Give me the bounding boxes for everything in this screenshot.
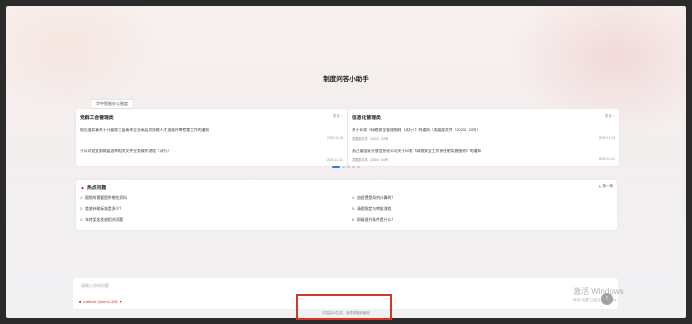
fire-icon: ▲	[80, 184, 85, 191]
more-link[interactable]: 更多 ›	[605, 114, 614, 119]
hot-question-item[interactable]: 1 报销时需要提供哪些资料	[80, 196, 127, 201]
hot-question-item[interactable]: 5 请假规定与审批流程	[352, 207, 391, 212]
hot-questions-title: ▲ 热点问题	[80, 184, 107, 192]
question-number: 1	[80, 196, 83, 200]
card-party-union: 党群工会管理类 更多 › 规范落实事关于开展第三届青年企业高层次技能人才选拔评审…	[76, 109, 347, 166]
annotation-highlight-box	[296, 294, 392, 320]
watermark-line1: 激活 Windows	[573, 287, 624, 296]
item-title: 关于印发《网络安全管理细则（试行）》的通知（发展部文件〔2023〕23号）	[352, 128, 481, 132]
model-selector[interactable]: ■ Institute Qwen3-32B ▾	[79, 299, 122, 305]
chevron-down-icon: ▾	[119, 300, 122, 304]
item-subtitle: 发展部文件〔2023〕23号	[352, 137, 389, 141]
list-item[interactable]: 子公司党支部换届选举相关文件业务操作流程（试行） 2025-10-22	[80, 149, 343, 162]
carousel-dot-active[interactable]	[332, 166, 340, 168]
list-item[interactable]: 浙江省国家开放信息化公司关于印发《网络安全工作责任制实施细则》的通知 发展部文件…	[352, 149, 615, 162]
item-subtitle: 发展部文件〔2024〕54号	[352, 158, 389, 162]
item-title: 浙江省国家开放信息化公司关于印发《网络安全工作责任制实施细则》的通知	[352, 149, 482, 153]
carousel-indicator	[332, 166, 360, 168]
list-item[interactable]: 规范落实事关于开展第三届青年企业高层次技能人才选拔评审检查工作的通知 2025-…	[80, 128, 343, 140]
card-title: 党群工会管理类	[80, 116, 114, 121]
question-text: 年终奖金发放相关问题	[85, 218, 124, 222]
item-date: 2025-10-22	[326, 158, 343, 162]
app-frame: 制度问答小助手 华中智能办公制度 党群工会管理类 更多 › 规范落实事关于开展第…	[6, 6, 686, 318]
question-text: 加班费是如何计算的？	[357, 196, 396, 200]
list-item[interactable]: 关于印发《网络安全管理细则（试行）》的通知（发展部文件〔2023〕23号） 发展…	[352, 128, 615, 141]
question-text: 职级晋升条件是什么？	[357, 218, 396, 222]
item-title: 规范落实事关于开展第三届青年企业高层次技能人才选拔评审检查工作的通知	[80, 128, 210, 132]
item-date: 2025-12-03	[598, 136, 615, 140]
card-it-management: 信息化管理类 更多 › 关于印发《网络安全管理细则（试行）》的通知（发展部文件〔…	[348, 109, 619, 166]
hot-question-item[interactable]: 6 职级晋升条件是什么？	[352, 218, 395, 223]
carousel-dot[interactable]	[342, 166, 345, 168]
question-number: 6	[352, 218, 355, 222]
item-title: 子公司党支部换届选举相关文件业务操作流程（试行）	[80, 149, 172, 153]
hot-questions-panel: ▲ 热点问题 ↻ 换一换 1 报销时需要提供哪些资料 2 差旅补助标准是多少？ 3年…	[76, 180, 617, 230]
question-number: 3	[80, 218, 83, 222]
carousel-dot[interactable]	[347, 166, 350, 168]
item-date: 2025-10-22	[598, 157, 615, 161]
hot-question-item[interactable]: 2 差旅补助标准是多少？	[80, 207, 123, 212]
question-text: 报销时需要提供哪些资料	[85, 196, 127, 200]
item-date: 2025-11-16	[326, 136, 343, 140]
card-title: 信息化管理类	[352, 116, 381, 121]
model-label: Institute Qwen3-32B	[83, 299, 118, 304]
hot-question-item[interactable]: 4 加班费是如何计算的？	[352, 196, 395, 201]
carousel-dot[interactable]	[352, 166, 355, 168]
refresh-label: 换一换	[602, 184, 614, 188]
question-number: 2	[80, 207, 83, 211]
hot-questions-label: 热点问题	[86, 186, 107, 191]
more-link[interactable]: 更多 ›	[333, 114, 342, 119]
refresh-icon: ↻	[598, 184, 602, 189]
watermark-line2: 转到“设置”以激活 Windows。	[573, 298, 620, 302]
scroll-top-button[interactable]: ↑	[601, 293, 613, 305]
windows-activation-watermark: 激活 Windows 转到“设置”以激活 Windows。	[573, 286, 624, 303]
page-title: 制度问答小助手	[323, 76, 369, 83]
carousel-dot[interactable]	[357, 166, 360, 168]
chat-input-placeholder[interactable]: 请输入你的问题	[81, 283, 109, 289]
hot-question-item[interactable]: 3 年终奖金发放相关问题	[80, 218, 123, 223]
question-text: 差旅补助标准是多少？	[85, 207, 124, 211]
question-number: 5	[352, 207, 355, 211]
model-icon: ■	[79, 299, 82, 304]
question-number: 4	[352, 196, 355, 200]
category-tab[interactable]: 华中智能办公制度	[90, 99, 134, 109]
question-text: 请假规定与审批流程	[357, 207, 392, 211]
refresh-button[interactable]: ↻ 换一换	[599, 184, 613, 189]
